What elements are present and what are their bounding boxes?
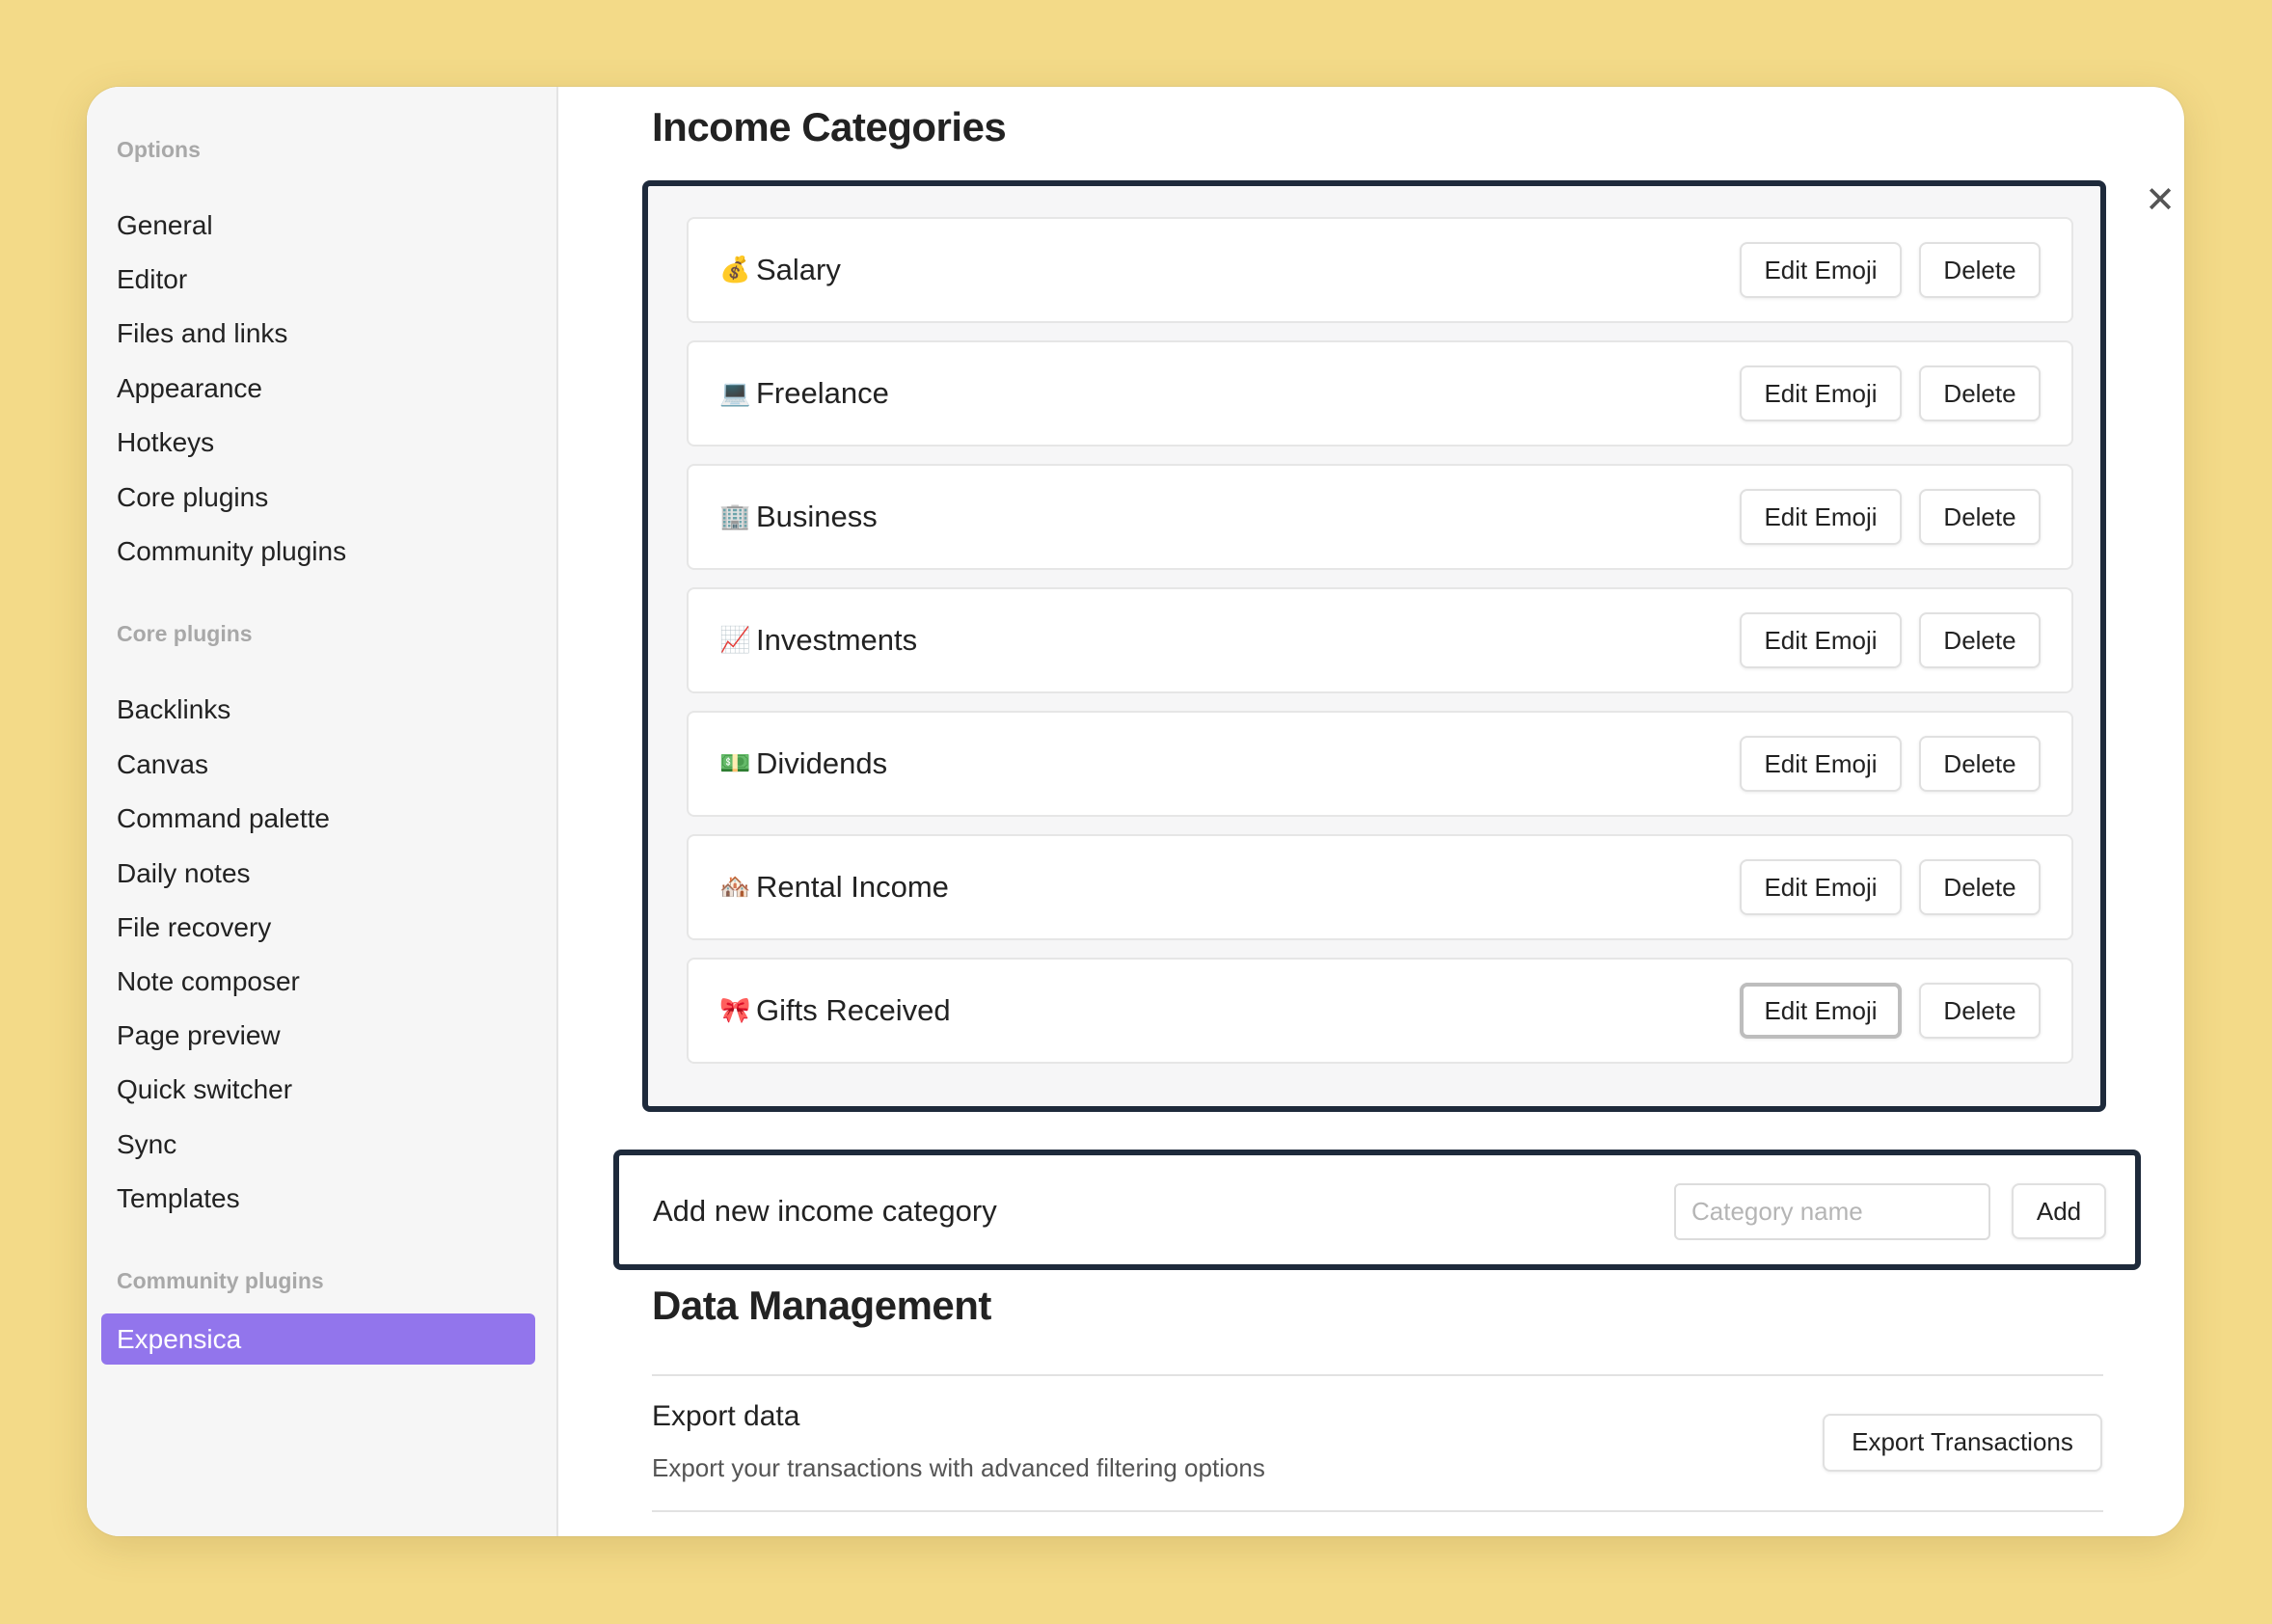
delete-button[interactable]: Delete — [1919, 612, 2041, 668]
money-bag-icon: 💰 — [719, 255, 751, 284]
income-categories-title: Income Categories — [652, 104, 1007, 149]
divider — [652, 1374, 2103, 1376]
export-data-title: Export data — [652, 1400, 800, 1432]
category-name-input[interactable] — [1674, 1183, 1990, 1240]
category-name: Dividends — [756, 746, 888, 780]
edit-emoji-button[interactable]: Edit Emoji — [1740, 983, 1902, 1039]
settings-content: ✕ Income Categories 💰 Salary Edit Emoji … — [87, 87, 2184, 1536]
add-button[interactable]: Add — [2012, 1183, 2106, 1239]
category-name: Salary — [756, 253, 841, 286]
category-name: Gifts Received — [756, 993, 951, 1027]
edit-emoji-button[interactable]: Edit Emoji — [1740, 489, 1902, 545]
add-category-label: Add new income category — [653, 1194, 997, 1228]
edit-emoji-button[interactable]: Edit Emoji — [1740, 859, 1902, 915]
edit-emoji-button[interactable]: Edit Emoji — [1740, 242, 1902, 298]
category-row: 💵 Dividends Edit Emoji Delete — [687, 711, 2073, 817]
category-row: 🏢 Business Edit Emoji Delete — [687, 464, 2073, 570]
category-name: Freelance — [756, 376, 889, 410]
category-name: Business — [756, 500, 878, 533]
edit-emoji-button[interactable]: Edit Emoji — [1740, 612, 1902, 668]
close-icon[interactable]: ✕ — [2143, 182, 2177, 219]
houses-icon: 🏘️ — [719, 872, 751, 901]
category-row: 📈 Investments Edit Emoji Delete — [687, 587, 2073, 693]
office-building-icon: 🏢 — [719, 501, 751, 530]
export-data-description: Export your transactions with advanced f… — [652, 1453, 1265, 1482]
category-name: Investments — [756, 623, 918, 657]
delete-button[interactable]: Delete — [1919, 736, 2041, 792]
add-category-row: Add new income category Add — [613, 1150, 2141, 1270]
divider — [652, 1510, 2103, 1512]
delete-button[interactable]: Delete — [1919, 983, 2041, 1039]
dollar-banknote-icon: 💵 — [719, 748, 751, 777]
settings-window: Options General Editor Files and links A… — [87, 87, 2184, 1536]
category-row: 🏘️ Rental Income Edit Emoji Delete — [687, 834, 2073, 940]
category-row: 💻 Freelance Edit Emoji Delete — [687, 340, 2073, 447]
delete-button[interactable]: Delete — [1919, 242, 2041, 298]
category-name: Rental Income — [756, 870, 949, 904]
edit-emoji-button[interactable]: Edit Emoji — [1740, 365, 1902, 421]
ribbon-icon: 🎀 — [719, 995, 751, 1024]
laptop-icon: 💻 — [719, 378, 751, 407]
delete-button[interactable]: Delete — [1919, 365, 2041, 421]
data-management-title: Data Management — [652, 1283, 991, 1328]
delete-button[interactable]: Delete — [1919, 489, 2041, 545]
edit-emoji-button[interactable]: Edit Emoji — [1740, 736, 1902, 792]
export-transactions-button[interactable]: Export Transactions — [1823, 1414, 2102, 1472]
delete-button[interactable]: Delete — [1919, 859, 2041, 915]
category-row: 🎀 Gifts Received Edit Emoji Delete — [687, 958, 2073, 1064]
income-category-list: 💰 Salary Edit Emoji Delete 💻 Freelance E… — [642, 180, 2106, 1112]
chart-increasing-icon: 📈 — [719, 625, 751, 654]
category-row: 💰 Salary Edit Emoji Delete — [687, 217, 2073, 323]
